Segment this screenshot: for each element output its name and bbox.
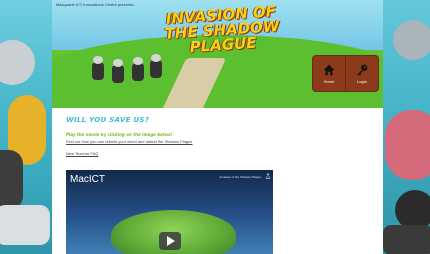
header-banner: Macquarie ICT Innovations Centre present… (52, 0, 383, 108)
robot-decoration-left-base (0, 205, 50, 245)
play-icon[interactable] (159, 232, 181, 250)
nav-login-button[interactable]: Login (345, 56, 378, 91)
robot-decoration-right (393, 20, 430, 60)
nav-home-label: Home (323, 79, 335, 84)
page-container: Macquarie ICT Innovations Centre present… (52, 0, 383, 254)
play-instruction: Play the movie by clicking on the image … (66, 132, 173, 137)
video-player[interactable]: MacICT Invasion of the Shadow Plague (66, 170, 273, 254)
robot-decoration-right-body (385, 110, 430, 180)
character-figure (132, 57, 144, 81)
key-icon (357, 64, 368, 76)
background-left (0, 0, 52, 254)
nav-login-label: Login (357, 79, 367, 84)
main-content: WILL YOU SAVE US? Play the movie by clic… (66, 116, 371, 156)
video-title: MacICT (70, 174, 105, 185)
share-icon[interactable] (265, 173, 271, 179)
robot-decoration-right-base (383, 225, 430, 254)
robot-decoration-left (0, 40, 35, 85)
teacher-faq-link[interactable]: New Teacher FAQ (66, 151, 371, 156)
robot-decoration-right-ring (395, 190, 430, 230)
character-figure (112, 59, 124, 83)
nav-box: Home Login (312, 55, 379, 92)
character-figure (150, 54, 162, 78)
page-heading: WILL YOU SAVE US? (66, 116, 150, 124)
rebuild-world-link[interactable]: Find out how you can rebuild your world … (66, 139, 371, 144)
nav-home-button[interactable]: Home (313, 56, 345, 91)
video-caption: Invasion of the Shadow Plague (219, 175, 261, 179)
robot-decoration-left-arm (0, 150, 23, 210)
background-right (383, 0, 430, 254)
character-figure (92, 56, 104, 80)
house-icon (323, 64, 335, 76)
presents-text: Macquarie ICT Innovations Centre present… (56, 2, 137, 7)
